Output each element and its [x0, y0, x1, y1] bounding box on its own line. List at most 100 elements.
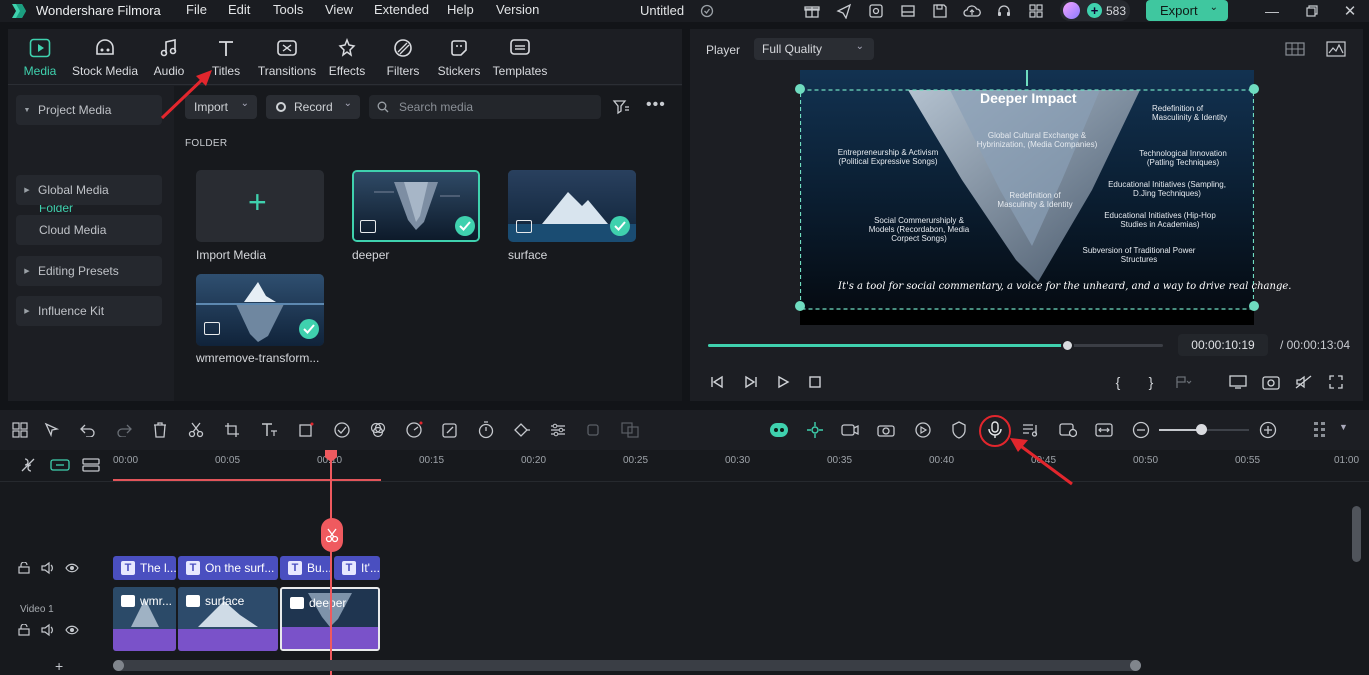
menu-tools[interactable]: Tools: [273, 2, 303, 17]
resize-handle[interactable]: [1249, 84, 1259, 94]
track-options-icon[interactable]: [1309, 419, 1331, 441]
title-clip[interactable]: T The l...: [113, 556, 176, 580]
tab-stock-media[interactable]: Stock Media: [70, 35, 140, 78]
snapshot-icon[interactable]: [1261, 372, 1281, 392]
send-icon[interactable]: [834, 1, 854, 21]
resize-handle[interactable]: [795, 301, 805, 311]
tab-effects[interactable]: Effects: [326, 35, 368, 78]
split-icon[interactable]: [185, 419, 207, 441]
play-icon[interactable]: [773, 372, 793, 392]
scrubber-knob[interactable]: [1061, 339, 1075, 352]
stop-icon[interactable]: [805, 372, 825, 392]
ai-detect-icon[interactable]: [804, 419, 826, 441]
speed-icon[interactable]: [403, 419, 425, 441]
video-clip[interactable]: wmr...: [113, 587, 176, 651]
media-item-wmremove[interactable]: [196, 274, 324, 346]
zoom-slider[interactable]: [1159, 424, 1249, 435]
sidebar-item-global-media[interactable]: ▶ Global Media: [16, 175, 162, 205]
camera-icon[interactable]: [875, 419, 897, 441]
menu-extended[interactable]: Extended: [374, 2, 429, 17]
resize-handle[interactable]: [1249, 301, 1259, 311]
fit-timeline-icon[interactable]: [1093, 419, 1115, 441]
tab-transitions[interactable]: Transitions: [256, 35, 318, 78]
title-clip[interactable]: T Bu...: [280, 556, 332, 580]
eye-icon[interactable]: [65, 562, 79, 577]
mute-icon[interactable]: [1294, 372, 1314, 392]
previous-frame-icon[interactable]: [707, 372, 727, 392]
layout-grid-icon[interactable]: [9, 419, 31, 441]
split-playhead-button[interactable]: [321, 518, 343, 552]
plus-icon[interactable]: +: [1087, 3, 1102, 18]
playhead[interactable]: [330, 454, 332, 675]
cloud-upload-icon[interactable]: [962, 1, 982, 21]
rotate-handle[interactable]: [1026, 70, 1028, 86]
quality-dropdown[interactable]: Full Quality ⌄: [754, 38, 874, 60]
tab-stickers[interactable]: Stickers: [436, 35, 482, 78]
shield-icon[interactable]: [948, 419, 970, 441]
adjust-icon[interactable]: [547, 419, 569, 441]
ai-edit-icon[interactable]: [439, 419, 461, 441]
sidebar-item-project-media[interactable]: ▼ Project Media: [16, 95, 162, 125]
auto-reframe-icon[interactable]: [839, 419, 861, 441]
headset-icon[interactable]: [994, 1, 1014, 21]
chevron-down-icon[interactable]: ⌄: [1210, 2, 1218, 13]
scrollbar-start-handle[interactable]: [113, 660, 124, 671]
tab-filters[interactable]: Filters: [384, 35, 422, 78]
snap-icon[interactable]: [19, 456, 37, 477]
mark-in-icon[interactable]: {: [1108, 372, 1128, 392]
display-icon[interactable]: [1228, 372, 1248, 392]
undo-icon[interactable]: [77, 419, 99, 441]
sidebar-item-influence-kit[interactable]: ▶ Influence Kit: [16, 296, 162, 326]
more-options-icon[interactable]: •••: [646, 96, 666, 114]
gift-icon[interactable]: [802, 1, 822, 21]
track-height-icon[interactable]: [82, 457, 100, 476]
zoom-out-icon[interactable]: [1130, 419, 1152, 441]
eye-icon[interactable]: [65, 624, 79, 639]
minimize-icon[interactable]: —: [1262, 1, 1282, 21]
search-input[interactable]: Search media: [369, 95, 601, 119]
add-track-icon[interactable]: +: [55, 658, 63, 674]
speaker-icon[interactable]: [41, 561, 55, 578]
keyframe-icon[interactable]: [511, 419, 533, 441]
title-clip[interactable]: T It'...: [334, 556, 380, 580]
playback-scrubber[interactable]: [708, 339, 1163, 352]
color-icon[interactable]: [367, 419, 389, 441]
tab-templates[interactable]: Templates: [492, 35, 548, 78]
title-clip[interactable]: T On the surf...: [178, 556, 278, 580]
avatar[interactable]: [1063, 2, 1080, 19]
zoom-slider-knob[interactable]: [1196, 424, 1207, 435]
ai-copilot-icon[interactable]: [767, 419, 791, 441]
crop-icon[interactable]: [221, 419, 243, 441]
lock-icon[interactable]: [18, 623, 30, 639]
record-dropdown[interactable]: Record ⌄: [266, 95, 360, 119]
video-clip[interactable]: surface: [178, 587, 278, 651]
import-media-tile[interactable]: +: [196, 170, 324, 242]
grid-view-icon[interactable]: [1285, 42, 1305, 59]
resize-handle[interactable]: [795, 84, 805, 94]
filter-icon[interactable]: [612, 98, 630, 119]
caret-down-icon[interactable]: ▼: [1339, 422, 1348, 432]
translate-icon[interactable]: [619, 419, 641, 441]
video-preview[interactable]: Deeper Impact Redefinition of Masculinit…: [795, 70, 1291, 325]
sidebar-item-editing-presets[interactable]: ▶ Editing Presets: [16, 256, 162, 286]
text-tool-icon[interactable]: [258, 419, 280, 441]
menu-edit[interactable]: Edit: [228, 2, 250, 17]
fullscreen-icon[interactable]: [1326, 372, 1346, 392]
vertical-scrollbar[interactable]: [1352, 506, 1361, 562]
media-item-deeper[interactable]: [352, 170, 480, 242]
marker-icon[interactable]: [1174, 372, 1194, 392]
credits-badge[interactable]: + 583: [1060, 0, 1130, 21]
menu-file[interactable]: File: [186, 2, 207, 17]
ai-cutout-icon[interactable]: [331, 419, 353, 441]
menu-help[interactable]: Help: [447, 2, 474, 17]
zoom-in-icon[interactable]: [1257, 419, 1279, 441]
scope-icon[interactable]: [1326, 41, 1346, 60]
next-frame-icon[interactable]: [741, 372, 761, 392]
current-time[interactable]: 00:00:10:19: [1178, 334, 1268, 356]
horizontal-scrollbar[interactable]: [113, 660, 1141, 671]
timeline-ruler[interactable]: 00:00 00:05 00:10 00:15 00:20 00:25 00:3…: [0, 450, 1369, 482]
sidebar-item-cloud-media[interactable]: Cloud Media: [16, 215, 162, 245]
lock-icon[interactable]: [18, 561, 30, 577]
render-icon[interactable]: [912, 419, 934, 441]
shape-tool-icon[interactable]: [295, 419, 317, 441]
